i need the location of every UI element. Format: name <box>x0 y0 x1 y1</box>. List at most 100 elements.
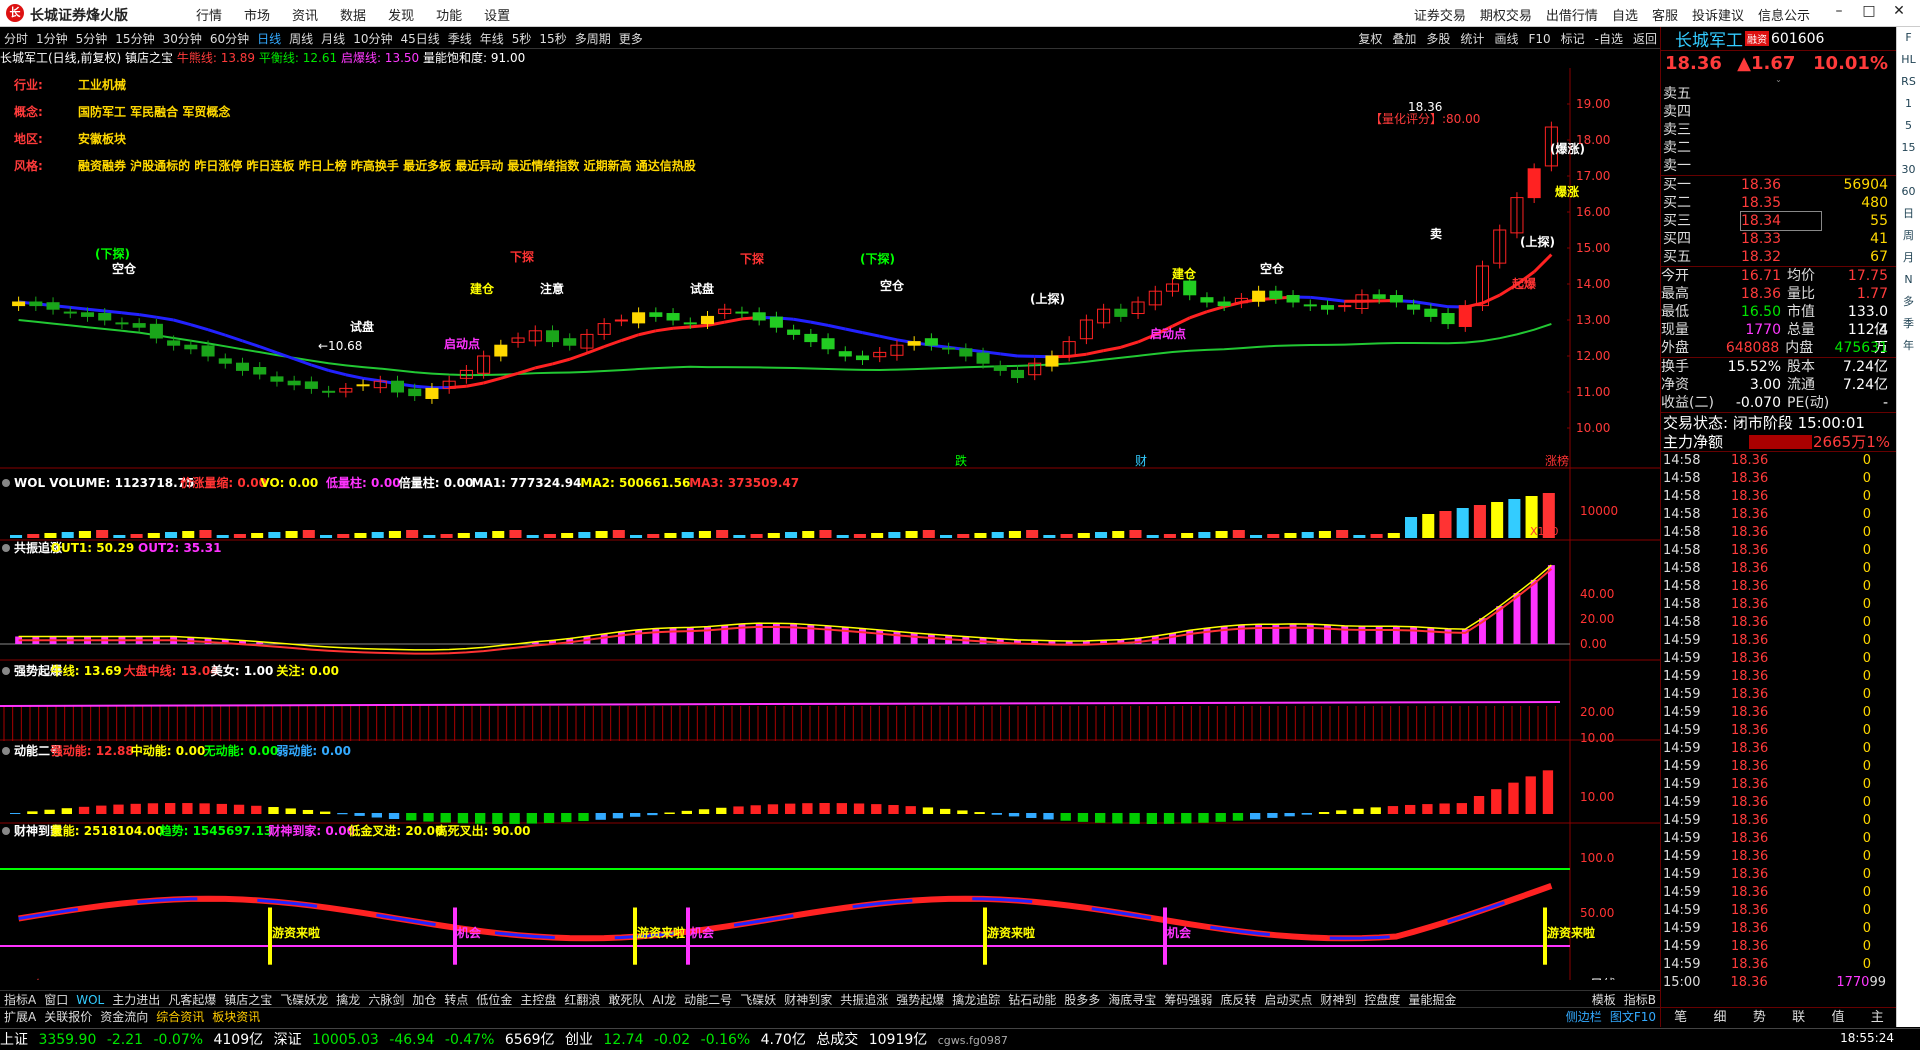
indicator-tab[interactable]: 擒龙 <box>332 991 364 1007</box>
indicator-tab[interactable]: 擒龙追踪 <box>948 991 1004 1007</box>
indicator-tab[interactable]: 主力进出 <box>108 991 164 1007</box>
indicator-tab[interactable]: 财神到 <box>1316 991 1360 1007</box>
indicator-tab[interactable]: 六脉剑 <box>364 991 408 1007</box>
sidebar-item[interactable]: 30 <box>1897 159 1920 181</box>
sidebar-item[interactable]: 1 <box>1897 93 1920 115</box>
indicator-tab[interactable]: 凡客起爆 <box>164 991 220 1007</box>
chart-area[interactable]: 19.0018.0017.0016.0015.0014.0013.0012.00… <box>0 68 1660 980</box>
quote-tab[interactable]: 主 <box>1858 1008 1897 1027</box>
tool-button[interactable]: -自选 <box>1590 28 1628 49</box>
indicator-tab[interactable]: 财神到家 <box>780 991 836 1007</box>
indicator-tab[interactable]: AI龙 <box>648 991 680 1007</box>
indicator-tab[interactable]: 飞碟妖龙 <box>276 991 332 1007</box>
period-tab[interactable]: 月线 <box>317 28 349 49</box>
period-tab[interactable]: 15分钟 <box>111 28 158 49</box>
tool-button[interactable]: 多股 <box>1421 28 1455 49</box>
indicator-tab[interactable]: WOL <box>72 993 108 1007</box>
extension-tab[interactable]: 资金流向 <box>96 1008 152 1024</box>
tool-button[interactable]: 统计 <box>1455 28 1489 49</box>
sidebar-item[interactable]: F <box>1897 27 1920 49</box>
menu-item[interactable]: 行情 <box>196 5 222 24</box>
sidebar-item[interactable]: 多 <box>1897 291 1920 313</box>
top-link[interactable]: 客服 <box>1652 5 1678 24</box>
period-tab[interactable]: 60分钟 <box>206 28 253 49</box>
period-tab[interactable]: 30分钟 <box>159 28 206 49</box>
quote-tab[interactable]: 笔 <box>1661 1008 1700 1027</box>
tick-list[interactable]: 14:58 18.36 0 14:58 18.36 0 14:58 18.36 0 14:58 18… <box>1661 452 1896 992</box>
sidebar-item[interactable]: RS <box>1897 71 1920 93</box>
tool-button[interactable]: 返回 <box>1628 28 1662 49</box>
indicator-tab[interactable]: 动能二号 <box>680 991 736 1007</box>
period-tab[interactable]: 5分钟 <box>72 28 112 49</box>
indicator-tab[interactable]: 主控盘 <box>516 991 560 1007</box>
period-tab[interactable]: 1分钟 <box>32 28 72 49</box>
tool-button[interactable]: 标记 <box>1556 28 1590 49</box>
period-tab[interactable]: 10分钟 <box>349 28 396 49</box>
minimize-icon[interactable]: – <box>1824 3 1854 19</box>
indicator-tab[interactable]: 加仓 <box>408 991 440 1007</box>
period-tab[interactable]: 分时 <box>0 28 32 49</box>
indicator-tab[interactable]: 底反转 <box>1216 991 1260 1007</box>
tool-button[interactable]: F10 <box>1523 30 1555 48</box>
top-link[interactable]: 出借行情 <box>1546 5 1598 24</box>
sidebar-item[interactable]: 月 <box>1897 247 1920 269</box>
indicator-tab[interactable]: 指标B <box>1620 991 1660 1007</box>
top-link[interactable]: 期权交易 <box>1480 5 1532 24</box>
sidebar-item[interactable]: 日 <box>1897 203 1920 225</box>
tool-button[interactable]: 复权 <box>1353 28 1387 49</box>
period-tab[interactable]: 更多 <box>615 28 647 49</box>
indicator-tab[interactable]: 启动买点 <box>1260 991 1316 1007</box>
sidebar-item[interactable]: 周 <box>1897 225 1920 247</box>
quote-tab[interactable]: 细 <box>1700 1008 1739 1027</box>
indicator-tab[interactable]: 敢死队 <box>604 991 648 1007</box>
quote-tab[interactable]: 联 <box>1779 1008 1818 1027</box>
indicator-tab[interactable]: 筹码强弱 <box>1160 991 1216 1007</box>
indicator-tab[interactable]: 模板 <box>1588 991 1620 1007</box>
top-link[interactable]: 证券交易 <box>1414 5 1466 24</box>
quote-tab[interactable]: 值 <box>1818 1008 1857 1027</box>
indicator-tab[interactable]: 指标A <box>0 991 40 1007</box>
menu-item[interactable]: 数据 <box>340 5 366 24</box>
extension-tab[interactable]: 图文F10 <box>1606 1008 1660 1024</box>
period-tab[interactable]: 15秒 <box>535 28 570 49</box>
menu-item[interactable]: 资讯 <box>292 5 318 24</box>
period-tab[interactable]: 周线 <box>285 28 317 49</box>
sidebar-item[interactable]: N <box>1897 269 1920 291</box>
top-link[interactable]: 自选 <box>1612 5 1638 24</box>
sidebar-item[interactable]: 60 <box>1897 181 1920 203</box>
indicator-tab[interactable]: 控盘度 <box>1360 991 1404 1007</box>
indicator-tab[interactable]: 海底寻宝 <box>1104 991 1160 1007</box>
maximize-icon[interactable]: □ <box>1854 3 1884 19</box>
indicator-tab[interactable]: 股多多 <box>1060 991 1104 1007</box>
indicator-tab[interactable]: 镇店之宝 <box>220 991 276 1007</box>
period-tab[interactable]: 45日线 <box>396 28 443 49</box>
period-tab[interactable]: 年线 <box>476 28 508 49</box>
indicator-tab[interactable]: 红翻浪 <box>560 991 604 1007</box>
sidebar-item[interactable]: 15 <box>1897 137 1920 159</box>
top-link[interactable]: 投诉建议 <box>1692 5 1744 24</box>
extension-tab[interactable]: 关联报价 <box>40 1008 96 1024</box>
extension-tab[interactable]: 综合资讯 <box>152 1008 208 1024</box>
menu-item[interactable]: 设置 <box>484 5 510 24</box>
extension-tab[interactable]: 侧边栏 <box>1562 1008 1606 1024</box>
menu-item[interactable]: 市场 <box>244 5 270 24</box>
top-link[interactable]: 信息公示 <box>1758 5 1810 24</box>
indicator-tab[interactable]: 低位金 <box>472 991 516 1007</box>
menu-item[interactable]: 功能 <box>436 5 462 24</box>
menu-item[interactable]: 发现 <box>388 5 414 24</box>
sidebar-item[interactable]: 季 <box>1897 313 1920 335</box>
sidebar-item[interactable]: HL <box>1897 49 1920 71</box>
tool-button[interactable]: 画线 <box>1489 28 1523 49</box>
indicator-tab[interactable]: 飞碟妖 <box>736 991 780 1007</box>
extension-tab[interactable]: 扩展A <box>0 1008 40 1024</box>
close-icon[interactable]: ✕ <box>1884 3 1914 19</box>
sidebar-item[interactable]: 年 <box>1897 335 1920 357</box>
indicator-tab[interactable]: 共振追涨 <box>836 991 892 1007</box>
sidebar-item[interactable]: 5 <box>1897 115 1920 137</box>
period-tab[interactable]: 季线 <box>444 28 476 49</box>
indicator-tab[interactable]: 钻石动能 <box>1004 991 1060 1007</box>
period-tab[interactable]: 多周期 <box>571 28 615 49</box>
indicator-tab[interactable]: 窗口 <box>40 991 72 1007</box>
quote-tab[interactable]: 势 <box>1740 1008 1779 1027</box>
indicator-tab[interactable]: 强势起爆 <box>892 991 948 1007</box>
